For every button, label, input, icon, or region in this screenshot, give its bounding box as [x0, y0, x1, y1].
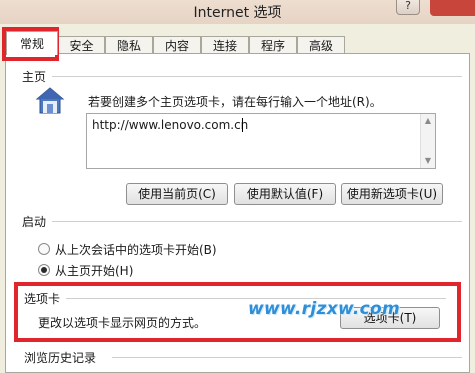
radio-last-session[interactable] — [38, 243, 50, 255]
help-button[interactable]: ? — [396, 0, 420, 15]
use-new-tab-button[interactable]: 使用新选项卡(U) — [341, 183, 443, 205]
tab-privacy[interactable]: 隐私 — [105, 36, 153, 54]
tab-connections[interactable]: 连接 — [201, 36, 249, 54]
homepage-url-textarea[interactable]: http://www.lenovo.com.cn ▲ ▼ — [86, 113, 436, 169]
radio-home-page[interactable] — [38, 264, 50, 276]
tab-security[interactable]: 安全 — [58, 36, 105, 54]
tab-content[interactable]: 内容 — [153, 36, 201, 54]
history-section-title: 浏览历史记录 — [24, 351, 97, 365]
home-icon — [35, 87, 65, 114]
homepage-url-value: http://www.lenovo.com.cn — [92, 118, 249, 132]
history-separator — [112, 357, 462, 358]
radio-last-session-label[interactable]: 从上次会话中的选项卡开始(B) — [55, 241, 217, 258]
use-default-button[interactable]: 使用默认值(F) — [234, 183, 336, 205]
tab-general[interactable]: 常规 — [6, 31, 58, 55]
radio-home-page-label[interactable]: 从主页开始(H) — [55, 262, 133, 279]
use-current-button[interactable]: 使用当前页(C) — [126, 183, 228, 205]
textarea-scrollbar[interactable]: ▲ ▼ — [420, 114, 435, 168]
highlight-tabs-section — [14, 282, 461, 342]
homepage-separator — [52, 76, 462, 77]
startup-separator — [52, 221, 462, 222]
scroll-down-icon[interactable]: ▼ — [421, 155, 435, 167]
close-button[interactable] — [430, 0, 475, 16]
homepage-section-title: 主页 — [22, 70, 47, 84]
scroll-up-icon[interactable]: ▲ — [421, 115, 435, 127]
startup-section-title: 启动 — [22, 215, 47, 229]
homepage-description: 若要创建多个主页选项卡，请在每行输入一个地址(R)。 — [88, 95, 382, 109]
tab-strip: 常规 安全 隐私 内容 连接 程序 高级 — [0, 24, 475, 55]
tab-programs[interactable]: 程序 — [249, 36, 297, 54]
tab-advanced[interactable]: 高级 — [297, 36, 345, 54]
title-bar: Internet 选项 ? — [0, 0, 475, 24]
text-caret — [242, 118, 243, 132]
